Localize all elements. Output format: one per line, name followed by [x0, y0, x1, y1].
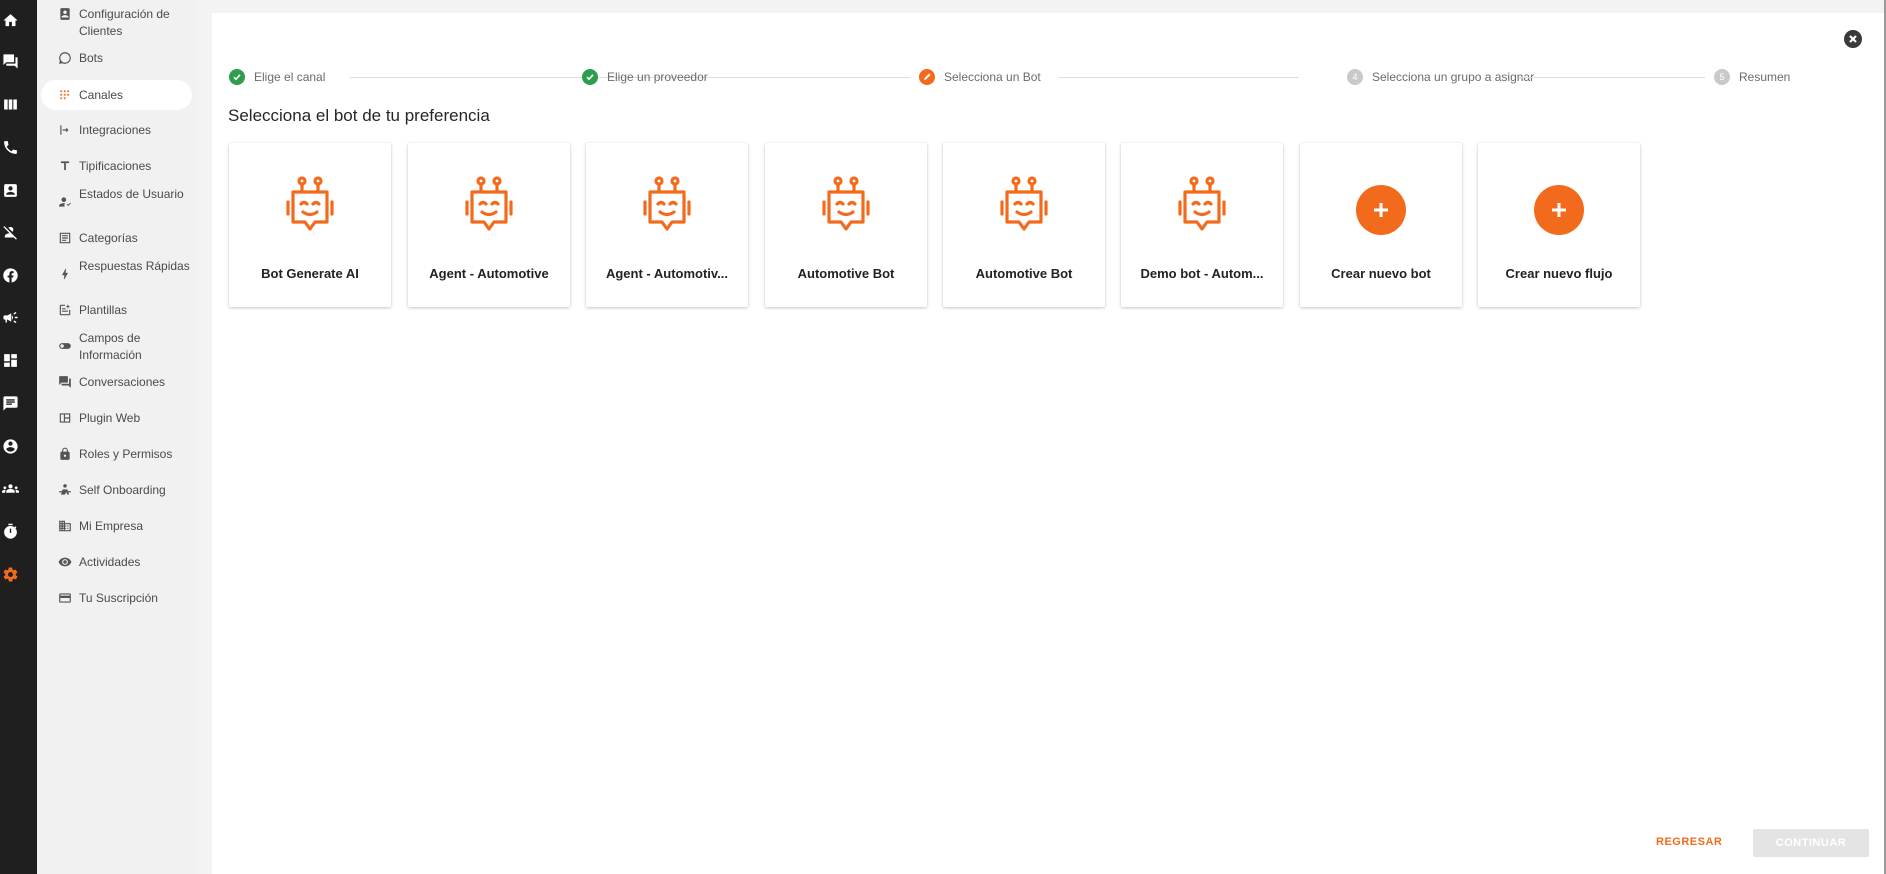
sidebar-item-tipificaciones[interactable]: Tipificaciones: [41, 158, 192, 175]
gear-icon[interactable]: [0, 564, 20, 584]
bot-card[interactable]: Agent - Automotiv...: [586, 143, 748, 307]
stepper: Elige el canal Elige un proveedor Selecc…: [229, 67, 1886, 87]
account-icon[interactable]: [0, 436, 20, 456]
template-icon: [57, 302, 73, 318]
sidebar-item-configuracion-clientes[interactable]: Configuración de Clientes: [41, 6, 192, 40]
group-icon[interactable]: [0, 478, 20, 498]
contact-icon[interactable]: [0, 180, 20, 200]
timer-icon[interactable]: [0, 521, 20, 541]
check-icon: [582, 69, 598, 85]
campaign-icon[interactable]: [0, 307, 20, 327]
sidebar-item-campos-informacion[interactable]: Campos de Información: [41, 330, 192, 364]
step-elige-canal: Elige el canal: [229, 67, 325, 87]
categories-icon: [57, 230, 73, 246]
step-connector: [736, 77, 910, 78]
toggle-icon: [57, 338, 73, 354]
step-selecciona-bot: Selecciona un Bot: [919, 67, 1041, 87]
lock-icon: [57, 446, 73, 462]
robot-icon: [1000, 176, 1048, 231]
integrations-icon: [57, 122, 73, 138]
back-button[interactable]: REGRESAR: [1656, 836, 1722, 848]
bot-bubble-icon: [57, 50, 73, 66]
continue-button[interactable]: CONTINUAR: [1753, 829, 1869, 857]
user-status-icon: [57, 194, 73, 210]
phone-icon[interactable]: [0, 137, 20, 157]
chat-icon[interactable]: [0, 51, 20, 71]
building-icon: [57, 518, 73, 534]
web-plugin-icon: [57, 410, 73, 426]
check-icon: [229, 69, 245, 85]
page-title: Selecciona el bot de tu preferencia: [228, 106, 490, 125]
robot-icon: [822, 176, 870, 231]
bot-card[interactable]: Agent - Automotive: [408, 143, 570, 307]
contact-book-icon: [57, 6, 73, 22]
comment-icon[interactable]: [0, 393, 20, 413]
sidebar-item-integraciones[interactable]: Integraciones: [41, 122, 192, 139]
settings-sidebar: Configuración de Clientes Bots Canales I…: [37, 0, 197, 874]
board-icon[interactable]: [0, 94, 20, 114]
pencil-icon: [919, 69, 935, 85]
close-button[interactable]: [1844, 30, 1862, 48]
sidebar-item-estados-usuario[interactable]: Estados de Usuario: [41, 186, 192, 210]
step-connector: [350, 77, 592, 78]
sidebar-item-actividades[interactable]: Actividades: [41, 554, 192, 571]
step-elige-proveedor: Elige un proveedor: [582, 67, 708, 87]
sidebar-item-self-onboarding[interactable]: Self Onboarding: [41, 482, 192, 499]
sidebar-item-canales[interactable]: Canales: [41, 80, 192, 110]
eye-icon: [57, 554, 73, 570]
create-bot-card[interactable]: Crear nuevo bot: [1300, 143, 1462, 307]
main-panel: Elige el canal Elige un proveedor Selecc…: [212, 13, 1886, 874]
robot-icon: [643, 176, 691, 231]
forum-icon: [57, 374, 73, 390]
create-flow-card[interactable]: Crear nuevo flujo: [1478, 143, 1640, 307]
dashboard-icon[interactable]: [0, 350, 20, 370]
text-type-icon: [57, 158, 73, 174]
sidebar-item-bots[interactable]: Bots: [41, 50, 192, 67]
close-icon: [1849, 35, 1857, 43]
sidebar-item-respuestas-rapidas[interactable]: Respuestas Rápidas: [41, 258, 192, 282]
plus-icon: [1534, 185, 1584, 235]
credit-card-icon: [57, 590, 73, 606]
sidebar-item-tu-suscripcion[interactable]: Tu Suscripción: [41, 590, 192, 607]
sidebar-item-plugin-web[interactable]: Plugin Web: [41, 410, 192, 427]
bot-card[interactable]: Demo bot - Autom...: [1121, 143, 1283, 307]
bot-card[interactable]: Bot Generate AI: [229, 143, 391, 307]
home-icon[interactable]: [0, 10, 20, 30]
bot-card[interactable]: Automotive Bot: [943, 143, 1105, 307]
block-user-icon[interactable]: [0, 222, 20, 242]
step-connector: [1059, 77, 1299, 78]
robot-icon: [1178, 176, 1226, 231]
sidebar-item-plantillas[interactable]: Plantillas: [41, 302, 192, 319]
icon-rail: [0, 0, 37, 874]
bot-card[interactable]: Automotive Bot: [765, 143, 927, 307]
sidebar-item-mi-empresa[interactable]: Mi Empresa: [41, 518, 192, 535]
step-resumen: 5 Resumen: [1714, 67, 1790, 87]
step-selecciona-grupo: 4 Selecciona un grupo a asignar: [1347, 67, 1534, 87]
robot-icon: [465, 176, 513, 231]
onboarding-icon: [57, 482, 73, 498]
sidebar-item-categorias[interactable]: Categorías: [41, 230, 192, 247]
sidebar-item-conversaciones[interactable]: Conversaciones: [41, 374, 192, 391]
bolt-icon: [57, 266, 73, 282]
facebook-icon[interactable]: [0, 265, 20, 285]
step-connector: [1519, 77, 1705, 78]
robot-icon: [286, 176, 334, 231]
sidebar-item-roles-permisos[interactable]: Roles y Permisos: [41, 446, 192, 463]
channels-icon: [57, 87, 73, 103]
plus-icon: [1356, 185, 1406, 235]
